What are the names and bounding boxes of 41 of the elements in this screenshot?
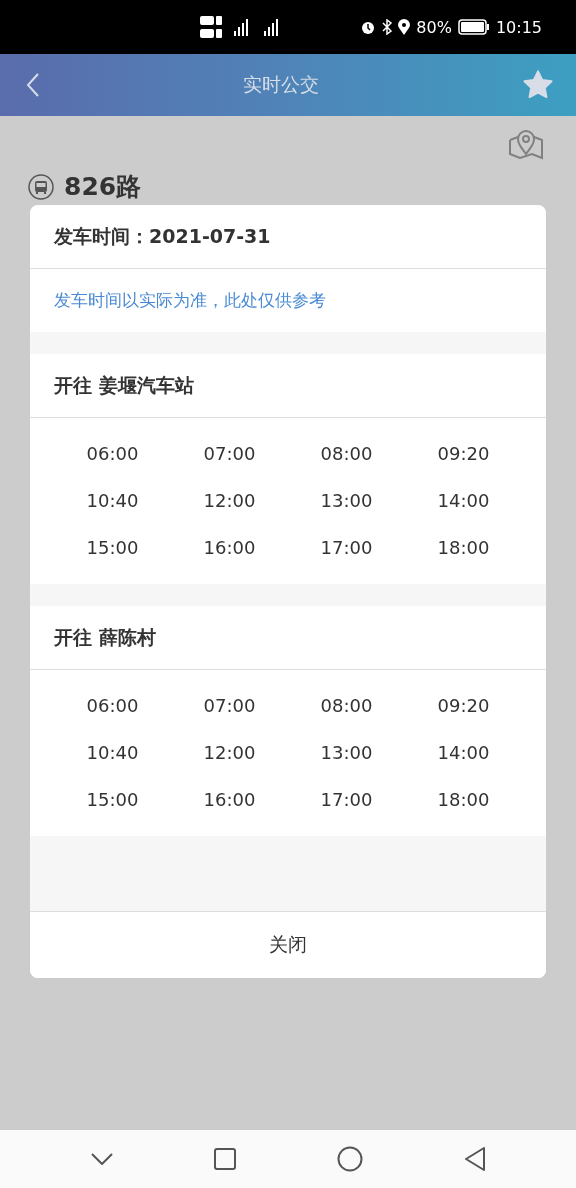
departure-time: 12:00 xyxy=(203,490,256,511)
departure-time: 16:00 xyxy=(203,537,256,558)
page-title: 实时公交 xyxy=(243,72,319,97)
departure-time: 17:00 xyxy=(320,789,373,810)
departure-time: 10:40 xyxy=(86,490,139,511)
departure-time: 14:00 xyxy=(437,490,490,511)
notice-text: 发车时间以实际为准，此处仅供参考 xyxy=(53,289,327,312)
battery-icon xyxy=(457,19,490,35)
departure-time: 16:00 xyxy=(203,789,256,810)
clock: 10:15 xyxy=(495,17,542,37)
chevron-down-icon[interactable] xyxy=(90,1153,113,1165)
departure-time: 18:00 xyxy=(437,537,490,558)
alarm-icon xyxy=(360,19,377,35)
direction-title: 开往 姜堰汽车站 xyxy=(30,354,546,418)
home-icon[interactable] xyxy=(336,1146,363,1172)
departure-time: 15:00 xyxy=(86,537,139,558)
departure-time: 15:00 xyxy=(86,789,139,810)
departure-date: 发车时间：2021-07-31 xyxy=(30,205,546,269)
departure-time: 18:00 xyxy=(437,789,490,810)
departure-time: 06:00 xyxy=(86,695,139,716)
departure-time: 13:00 xyxy=(320,490,373,511)
route-name: 826路 xyxy=(64,171,142,203)
departure-time: 14:00 xyxy=(437,742,490,763)
departure-time: 09:20 xyxy=(437,443,490,464)
departure-time: 13:00 xyxy=(320,742,373,763)
square-icon[interactable] xyxy=(213,1148,236,1170)
departure-time: 08:00 xyxy=(320,695,373,716)
departure-time: 06:00 xyxy=(86,443,139,464)
battery-percent: 80% xyxy=(416,17,452,37)
location-icon xyxy=(398,19,411,35)
bus-icon xyxy=(28,173,54,200)
departure-time: 08:00 xyxy=(320,443,373,464)
departure-time: 12:00 xyxy=(203,742,256,763)
departure-time: 17:00 xyxy=(320,537,373,558)
direction-title: 开往 薛陈村 xyxy=(30,606,546,670)
bluetooth-icon xyxy=(382,19,393,35)
departure-time: 07:00 xyxy=(203,443,256,464)
departure-time: 07:00 xyxy=(203,695,256,716)
back-icon[interactable] xyxy=(463,1147,486,1171)
departure-time: 09:20 xyxy=(437,695,490,716)
departure-time: 10:40 xyxy=(86,742,139,763)
